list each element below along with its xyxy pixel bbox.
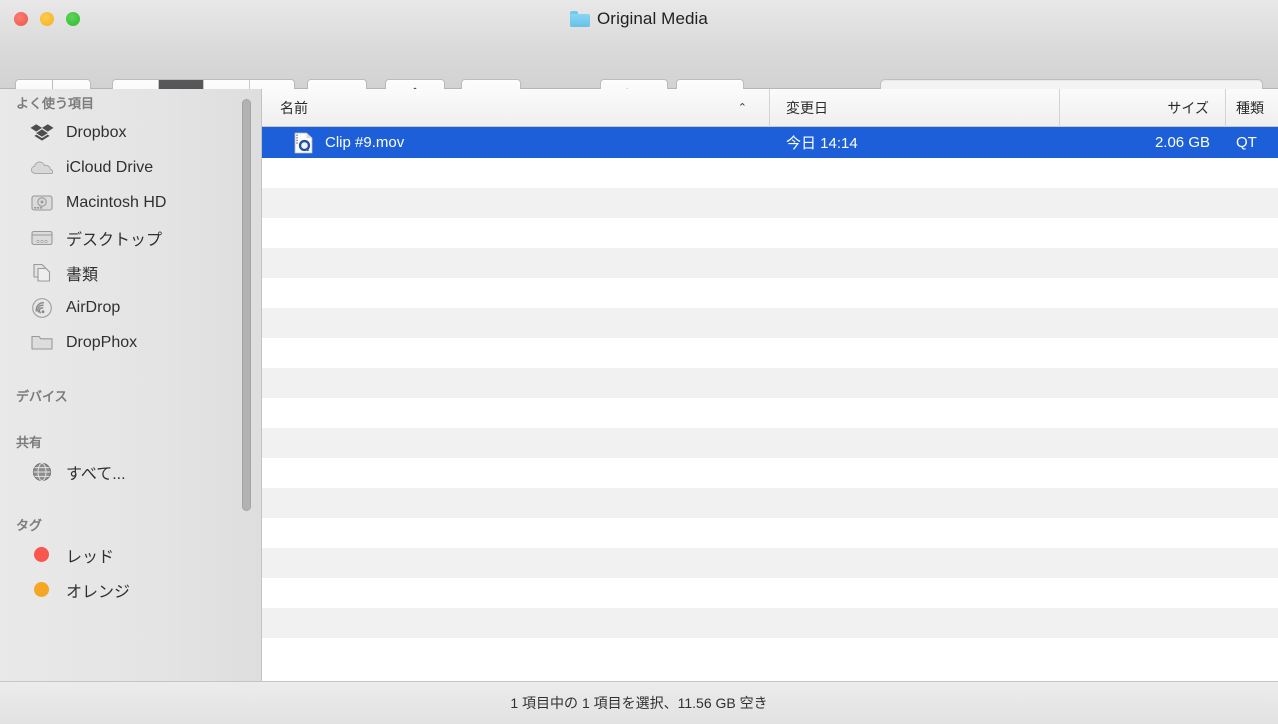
file-list-area: 名前 ⌃ 変更日 サイズ 種類 Clip #9.mov 今日 14:14 2.0… <box>262 89 1278 724</box>
sidebar-item-label: iCloud Drive <box>66 158 154 176</box>
column-header-kind[interactable]: 種類 <box>1226 89 1278 127</box>
sidebar-item-documents[interactable]: 書類 <box>0 255 261 290</box>
sort-ascending-icon: ⌃ <box>737 102 747 114</box>
cell-size: 2.06 GB <box>1154 134 1210 151</box>
table-row-empty <box>262 338 1278 368</box>
toolbar: ‹ › ⌄ <box>0 38 1278 115</box>
tag-dot-icon <box>30 544 54 566</box>
status-bar: 1 項目中の 1 項目を選択、11.56 GB 空き <box>0 681 1278 724</box>
table-row-empty <box>262 638 1278 668</box>
network-globe-icon <box>30 461 54 483</box>
table-row-empty <box>262 218 1278 248</box>
sidebar-item-dropphox[interactable]: DropPhox <box>0 325 261 360</box>
column-header-name[interactable]: 名前 ⌃ <box>262 89 770 127</box>
table-row-empty <box>262 278 1278 308</box>
column-header-row: 名前 ⌃ 変更日 サイズ 種類 <box>262 89 1278 127</box>
table-row-empty <box>262 578 1278 608</box>
sidebar-section-tags: タグ <box>16 518 43 533</box>
harddisk-icon <box>30 192 54 214</box>
title-bar: Original Media <box>0 0 1278 39</box>
table-row-empty <box>262 458 1278 488</box>
sidebar-item-label: DropPhox <box>66 333 138 351</box>
cell-kind: QT <box>1236 134 1257 151</box>
sidebar-item-label: 書類 <box>66 266 99 284</box>
table-row-empty <box>262 548 1278 578</box>
sidebar-item-tag-red[interactable]: レッド <box>0 537 261 572</box>
table-row[interactable]: Clip #9.mov 今日 14:14 2.06 GB QT <box>262 127 1278 158</box>
table-row-empty <box>262 608 1278 638</box>
folder-icon <box>30 332 54 354</box>
sidebar-item-macintosh-hd[interactable]: Macintosh HD <box>0 185 261 220</box>
sidebar-section-shared: 共有 <box>16 435 43 450</box>
table-row-empty <box>262 188 1278 218</box>
sidebar-item-label: オレンジ <box>66 583 131 601</box>
sidebar-item-icloud-drive[interactable]: iCloud Drive <box>0 150 261 185</box>
sidebar-item-airdrop[interactable]: AirDrop <box>0 290 261 325</box>
minimize-button[interactable] <box>40 12 54 26</box>
quicktime-movie-icon <box>294 132 313 154</box>
table-row-empty <box>262 518 1278 548</box>
table-row-empty <box>262 398 1278 428</box>
sidebar-item-label: デスクトップ <box>66 231 163 249</box>
zoom-button[interactable] <box>66 12 80 26</box>
status-text: 1 項目中の 1 項目を選択、11.56 GB 空き <box>510 695 768 711</box>
sidebar: よく使う項目 Dropbox iCloud Drive Macintosh HD… <box>0 89 262 724</box>
table-row-empty <box>262 158 1278 188</box>
window-title-group: Original Media <box>0 0 1278 38</box>
sidebar-item-label: Dropbox <box>66 123 127 141</box>
sidebar-scrollbar[interactable] <box>242 99 251 511</box>
window-title: Original Media <box>596 9 708 28</box>
sidebar-item-all-shared[interactable]: すべて... <box>0 454 261 489</box>
sidebar-item-tag-orange[interactable]: オレンジ <box>0 572 261 607</box>
column-header-size[interactable]: サイズ <box>1060 89 1226 127</box>
close-button[interactable] <box>14 12 28 26</box>
sidebar-section-favorites: よく使う項目 <box>16 96 95 111</box>
column-header-date[interactable]: 変更日 <box>770 89 1060 127</box>
sidebar-item-label: Macintosh HD <box>66 193 167 211</box>
documents-icon <box>30 262 54 284</box>
sidebar-item-label: すべて... <box>66 465 126 483</box>
sidebar-item-desktop[interactable]: デスクトップ <box>0 220 261 255</box>
table-row-empty <box>262 368 1278 398</box>
table-row-empty <box>262 488 1278 518</box>
sidebar-item-label: AirDrop <box>66 298 121 316</box>
cell-date: 今日 14:14 <box>786 135 858 152</box>
table-row-empty <box>262 428 1278 458</box>
finder-window: Original Media ‹ › <box>0 0 1278 724</box>
airdrop-icon <box>30 297 54 319</box>
table-row-empty <box>262 248 1278 278</box>
file-rows: Clip #9.mov 今日 14:14 2.06 GB QT <box>262 127 1278 695</box>
sidebar-section-devices: デバイス <box>16 389 68 404</box>
cell-name: Clip #9.mov <box>262 127 770 158</box>
icloud-icon <box>30 157 54 179</box>
folder-icon <box>569 11 590 27</box>
table-row-empty <box>262 308 1278 338</box>
sidebar-item-dropbox[interactable]: Dropbox <box>0 115 261 150</box>
desktop-icon <box>30 227 54 249</box>
dropbox-icon <box>30 122 54 144</box>
file-name: Clip #9.mov <box>325 134 405 151</box>
sidebar-item-label: レッド <box>66 548 115 566</box>
tag-dot-icon <box>30 579 54 601</box>
